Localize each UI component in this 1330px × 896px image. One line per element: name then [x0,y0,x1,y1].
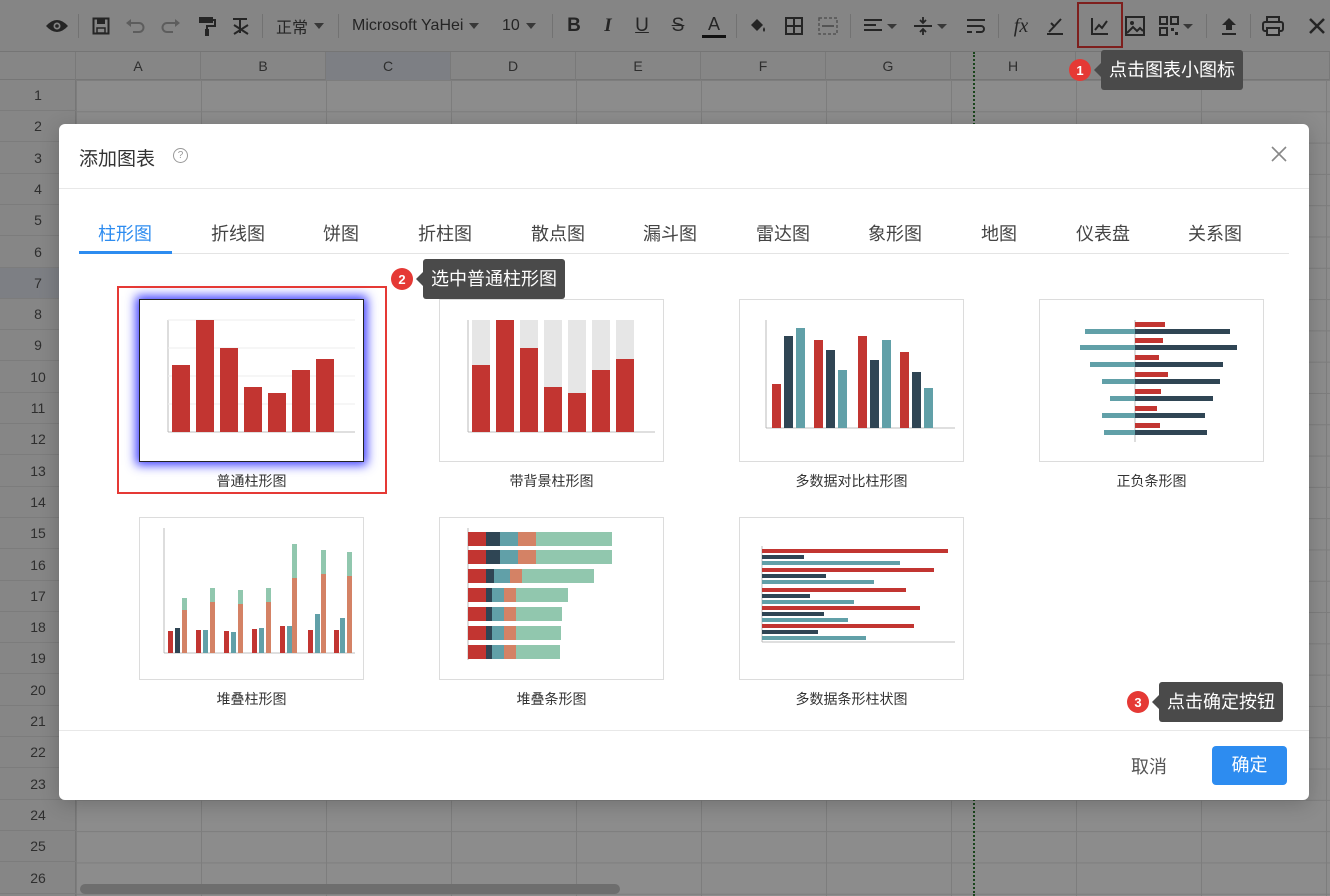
selected-card-highlight [117,286,387,494]
step-badge: 3 [1127,691,1149,713]
ok-button[interactable]: 确定 [1212,746,1287,785]
tab-line[interactable]: 折线图 [211,220,265,246]
callout-text: 点击确定按钮 [1152,682,1283,722]
chart-thumbnail[interactable] [139,517,364,680]
callout-step3: 3 点击确定按钮 [1127,682,1283,722]
active-tab-indicator [79,251,172,254]
tab-funnel[interactable]: 漏斗图 [643,220,697,246]
chart-card-label: 多数据对比柱形图 [795,473,908,489]
step-badge: 2 [391,268,413,290]
tab-pictorial[interactable]: 象形图 [868,220,922,246]
step-badge: 1 [1069,59,1091,81]
dialog-title: 添加图表 [79,149,156,170]
tab-pie[interactable]: 饼图 [323,220,359,246]
tab-gauge[interactable]: 仪表盘 [1076,220,1130,246]
tab-bar[interactable]: 柱形图 [98,220,152,246]
callout-step1: 1 点击图表小图标 [1069,50,1243,90]
cancel-button[interactable]: 取消 [1131,748,1167,786]
callout-text: 点击图表小图标 [1094,50,1243,90]
chart-thumbnail[interactable] [739,517,964,680]
chart-card-label: 带背景柱形图 [509,473,594,489]
chart-card-label: 堆叠柱形图 [216,691,287,707]
close-icon[interactable] [1269,144,1289,164]
callout-text: 选中普通柱形图 [416,259,565,299]
chart-type-tabs: 柱形图 折线图 饼图 折柱图 散点图 漏斗图 雷达图 象形图 地图 仪表盘 关系… [79,210,1289,254]
chart-thumbnail[interactable] [439,517,664,680]
chart-card-label: 正负条形图 [1116,473,1187,489]
add-chart-dialog: 添加图表 ? 柱形图 折线图 饼图 折柱图 散点图 漏斗图 雷达图 象形图 地图… [59,124,1309,800]
callout-step2: 2 选中普通柱形图 [391,259,565,299]
tab-graph[interactable]: 关系图 [1188,220,1242,246]
chart-card-label: 多数据条形柱状图 [795,691,908,707]
chart-thumbnail[interactable] [1039,299,1264,462]
chart-thumbnail[interactable] [739,299,964,462]
tab-map[interactable]: 地图 [981,220,1017,246]
chart-thumbnail[interactable] [439,299,664,462]
tab-scatter[interactable]: 散点图 [531,220,585,246]
chart-card-label: 堆叠条形图 [516,691,587,707]
help-icon[interactable]: ? [173,148,188,163]
tab-bar-line[interactable]: 折柱图 [418,220,472,246]
tab-radar[interactable]: 雷达图 [756,220,810,246]
